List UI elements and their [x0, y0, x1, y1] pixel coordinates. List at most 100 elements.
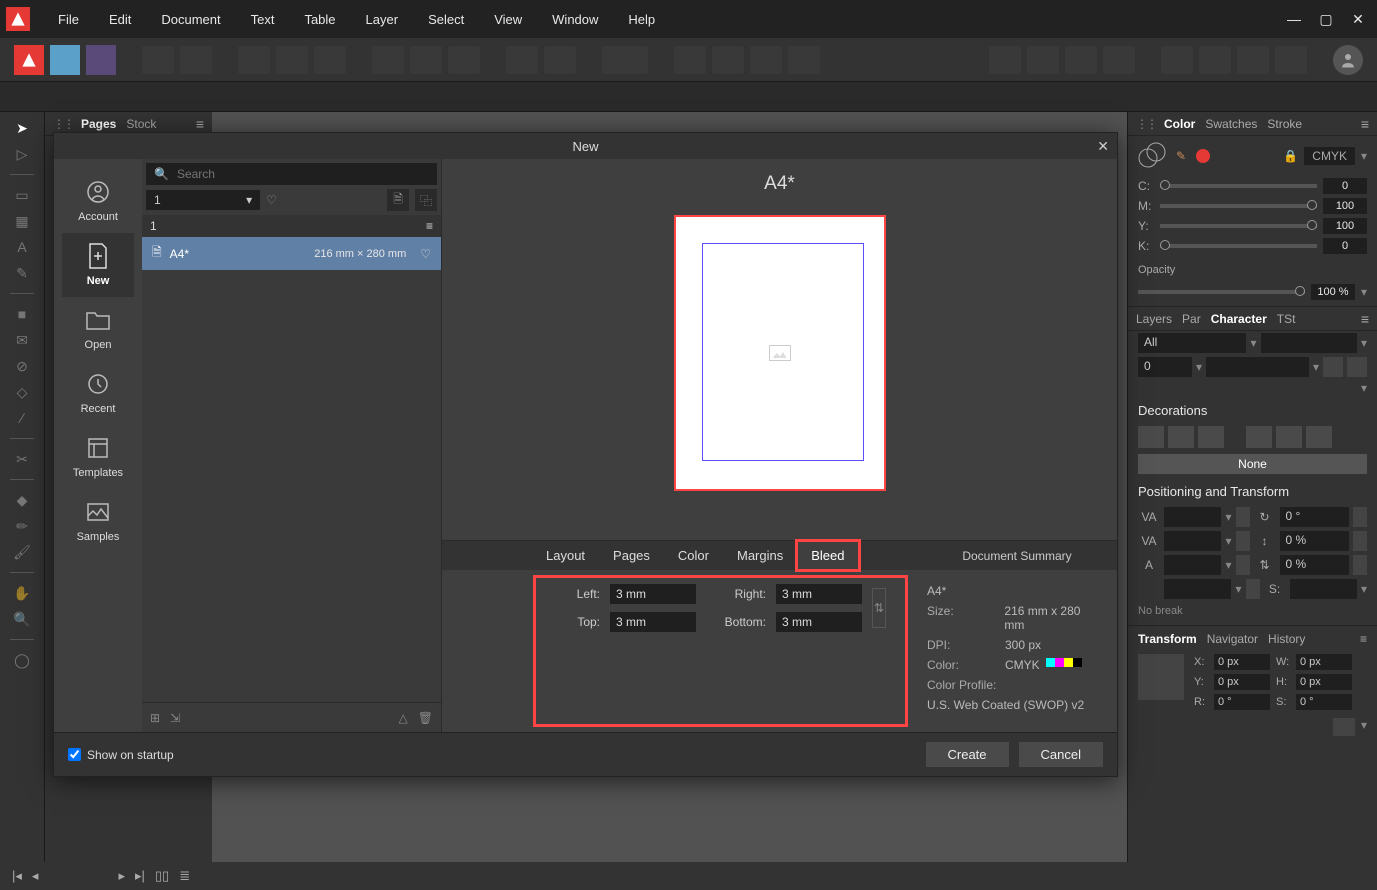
- tab-bleed[interactable]: Bleed: [797, 541, 858, 570]
- pages-icon[interactable]: ≣: [179, 868, 190, 884]
- toolbar-button[interactable]: [1199, 46, 1231, 74]
- toolbar-button[interactable]: [1065, 46, 1097, 74]
- sidebar-label: Account: [78, 211, 118, 223]
- preset-category[interactable]: 1≡: [142, 215, 441, 237]
- search-input[interactable]: [177, 167, 429, 181]
- menu-table[interactable]: Table: [290, 8, 349, 31]
- menu-text[interactable]: Text: [237, 8, 289, 31]
- show-on-startup-input[interactable]: [68, 748, 81, 761]
- spread-icon[interactable]: ▯▯: [155, 868, 169, 884]
- new-preset-button[interactable]: 🗎: [387, 189, 409, 211]
- toolbar-button[interactable]: [314, 46, 346, 74]
- toolbar-button[interactable]: [712, 46, 744, 74]
- menu-select[interactable]: Select: [414, 8, 478, 31]
- preset-group-select[interactable]: 1▾: [146, 190, 260, 210]
- last-page-icon[interactable]: ▸|: [135, 868, 145, 884]
- toolbar-button[interactable]: [372, 46, 404, 74]
- menu-help[interactable]: Help: [614, 8, 669, 31]
- minimize-button[interactable]: —: [1285, 11, 1303, 28]
- sidebar-label: Recent: [81, 403, 116, 415]
- summary-size-label: Size:: [927, 604, 1004, 632]
- toolbar-button[interactable]: [180, 46, 212, 74]
- heart-icon[interactable]: ♡: [266, 193, 277, 207]
- account-avatar-icon[interactable]: [1333, 45, 1363, 75]
- summary-name: A4*: [927, 584, 946, 598]
- toolbar-button[interactable]: [410, 46, 442, 74]
- workspace: ➤ ▷ ▭ ▦ A ✎ ■ ✉ ⊘ ◇ ⁄ ✂ ◆ ✏ 🖌 ✋ 🔍 ◯ ⋮⋮ P…: [0, 112, 1377, 862]
- page-preview: [674, 215, 886, 491]
- dialog-sidebar: Account New Open Recent: [54, 159, 142, 732]
- sidebar-item-recent[interactable]: Recent: [62, 361, 134, 425]
- category-menu-icon[interactable]: ≡: [426, 219, 433, 233]
- preset-item-a4[interactable]: 🗎 A4* 216 mm × 280 mm ♡: [142, 237, 441, 270]
- preset-tree-icon[interactable]: ⇲: [170, 711, 180, 725]
- window-controls: — ▢ ✕: [1285, 11, 1371, 28]
- show-on-startup-checkbox[interactable]: Show on startup: [68, 748, 174, 762]
- persona-photo-icon[interactable]: [86, 45, 116, 75]
- bleed-top-label: Top:: [548, 615, 600, 629]
- duplicate-preset-button[interactable]: ⿻: [415, 189, 437, 211]
- toolbar-button[interactable]: [1275, 46, 1307, 74]
- menu-edit[interactable]: Edit: [95, 8, 145, 31]
- bleed-right-input[interactable]: 3 mm: [776, 584, 862, 604]
- heart-icon[interactable]: ♡: [420, 247, 431, 261]
- menu-window[interactable]: Window: [538, 8, 612, 31]
- play-icon[interactable]: ▸: [118, 868, 125, 884]
- persona-designer-icon[interactable]: [50, 45, 80, 75]
- sidebar-item-new[interactable]: New: [62, 233, 134, 297]
- toolbar-button[interactable]: [1103, 46, 1135, 74]
- menu-file[interactable]: File: [44, 8, 93, 31]
- toolbar-button[interactable]: [1237, 46, 1269, 74]
- create-button[interactable]: Create: [926, 742, 1009, 767]
- account-icon: [83, 179, 113, 205]
- bleed-bottom-input[interactable]: 3 mm: [776, 612, 862, 632]
- menu-layer[interactable]: Layer: [352, 8, 413, 31]
- toolbar-button[interactable]: [989, 46, 1021, 74]
- toolbar-button[interactable]: [506, 46, 538, 74]
- warning-icon[interactable]: △: [399, 711, 408, 725]
- toolbar-button[interactable]: [1161, 46, 1193, 74]
- prev-page-icon[interactable]: ◂: [32, 868, 39, 884]
- toolbar-button[interactable]: [788, 46, 820, 74]
- toolbar-button[interactable]: [142, 46, 174, 74]
- cmyk-swatch-icon: [1046, 658, 1082, 672]
- new-document-dialog: New ✕ Account New Open: [53, 132, 1118, 777]
- menu-document[interactable]: Document: [147, 8, 234, 31]
- toolbar-button[interactable]: [448, 46, 480, 74]
- menu-view[interactable]: View: [480, 8, 536, 31]
- cancel-button[interactable]: Cancel: [1019, 742, 1103, 767]
- picture-placeholder-icon: [769, 345, 791, 361]
- preset-dimensions: 216 mm × 280 mm: [314, 248, 406, 260]
- dialog-close-button[interactable]: ✕: [1097, 138, 1109, 155]
- tab-layout[interactable]: Layout: [532, 541, 599, 570]
- summary-profile-label: Color Profile:: [927, 678, 996, 692]
- toolbar-button[interactable]: [238, 46, 270, 74]
- toolbar-dropdown[interactable]: [602, 46, 648, 74]
- sidebar-item-samples[interactable]: Samples: [62, 489, 134, 553]
- persona-publisher-icon[interactable]: [14, 45, 44, 75]
- bleed-right-label: Right:: [706, 587, 766, 601]
- close-button[interactable]: ✕: [1349, 11, 1367, 28]
- toolbar-button[interactable]: [276, 46, 308, 74]
- first-page-icon[interactable]: |◂: [12, 868, 22, 884]
- sidebar-item-open[interactable]: Open: [62, 297, 134, 361]
- link-bleed-icon[interactable]: ⇅: [872, 588, 886, 628]
- add-preset-icon[interactable]: ⊞: [150, 711, 160, 725]
- sidebar-item-templates[interactable]: Templates: [62, 425, 134, 489]
- bleed-top-input[interactable]: 3 mm: [610, 612, 696, 632]
- preset-search[interactable]: 🔍: [146, 163, 437, 185]
- toolbar-button[interactable]: [1027, 46, 1059, 74]
- bleed-left-input[interactable]: 3 mm: [610, 584, 696, 604]
- dialog-titlebar: New ✕: [54, 133, 1117, 159]
- toolbar-button[interactable]: [750, 46, 782, 74]
- trash-icon[interactable]: 🗑: [418, 711, 433, 725]
- app-icon: [6, 7, 30, 31]
- toolbar-button[interactable]: [674, 46, 706, 74]
- tab-pages[interactable]: Pages: [599, 541, 664, 570]
- tab-color[interactable]: Color: [664, 541, 723, 570]
- sidebar-item-account[interactable]: Account: [62, 169, 134, 233]
- sidebar-label: Samples: [77, 531, 120, 543]
- toolbar-button[interactable]: [544, 46, 576, 74]
- maximize-button[interactable]: ▢: [1317, 11, 1335, 28]
- tab-margins[interactable]: Margins: [723, 541, 797, 570]
